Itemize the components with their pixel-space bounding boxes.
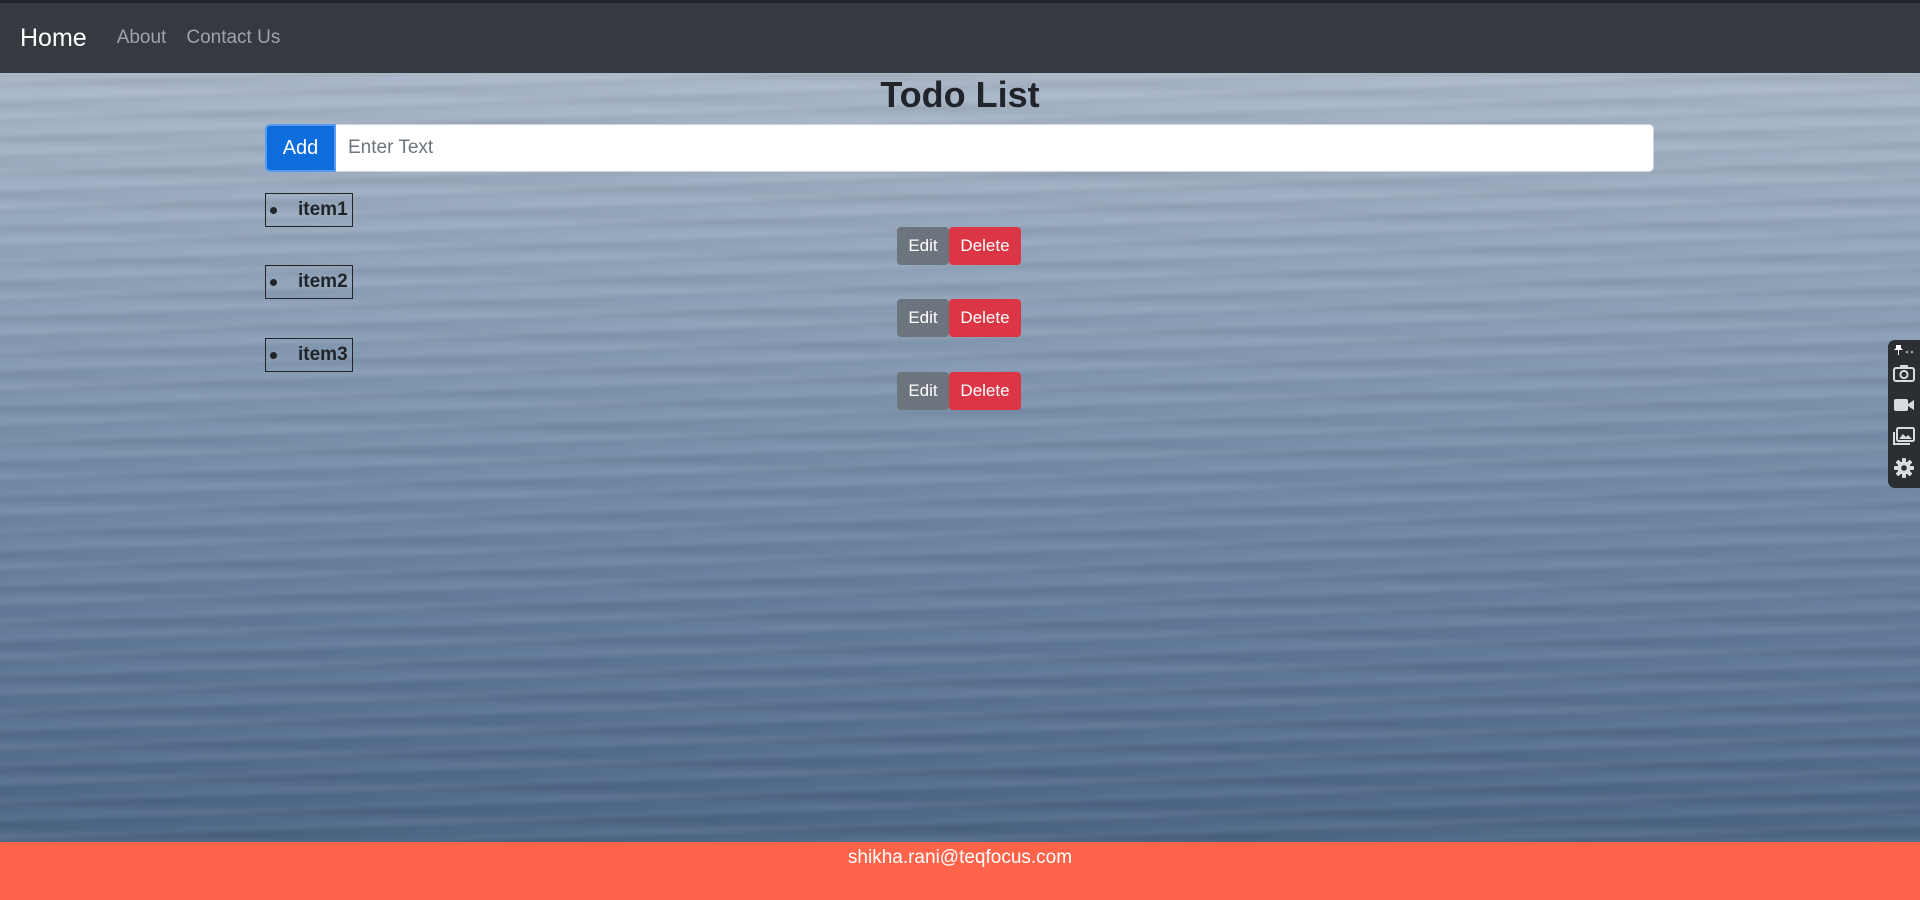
nav-about-link[interactable]: About <box>117 27 167 49</box>
video-icon[interactable] <box>1892 394 1916 417</box>
edit-button[interactable]: Edit <box>897 372 949 410</box>
bullet-icon <box>270 206 277 214</box>
todo-item-actions: Edit Delete <box>897 299 1021 337</box>
footer: shikha.rani@teqfocus.com <box>0 842 1920 900</box>
add-todo-form: Add <box>265 124 1654 172</box>
todo-item-label: item1 <box>298 199 348 220</box>
screenshot-extension-toolbar <box>1888 340 1920 488</box>
todo-item-label: item3 <box>298 344 348 365</box>
nav-contact-link[interactable]: Contact Us <box>186 27 280 49</box>
edit-button[interactable]: Edit <box>897 299 949 337</box>
todo-item-actions: Edit Delete <box>897 227 1021 265</box>
todo-item: item2 <box>265 265 353 299</box>
footer-email: shikha.rani@teqfocus.com <box>847 847 1073 868</box>
navbar: Home About Contact Us <box>0 3 1920 73</box>
todo-item-label: item2 <box>298 271 348 292</box>
bullet-icon <box>270 278 277 286</box>
todo-text-input[interactable] <box>336 124 1654 172</box>
delete-button[interactable]: Delete <box>949 227 1021 265</box>
page-title: Todo List <box>880 74 1040 115</box>
edit-button[interactable]: Edit <box>897 227 949 265</box>
add-button[interactable]: Add <box>265 124 336 172</box>
pin-icon[interactable] <box>1892 344 1916 356</box>
bullet-icon <box>270 351 277 359</box>
delete-button[interactable]: Delete <box>949 299 1021 337</box>
todo-item: item3 <box>265 338 353 372</box>
todo-item: item1 <box>265 193 353 227</box>
nav-home-link[interactable]: Home <box>20 24 87 53</box>
gallery-icon[interactable] <box>1892 425 1916 448</box>
background-image <box>0 74 1920 842</box>
gear-icon[interactable] <box>1892 457 1916 480</box>
todo-item-actions: Edit Delete <box>897 372 1021 410</box>
delete-button[interactable]: Delete <box>949 372 1021 410</box>
camera-icon[interactable] <box>1892 362 1916 385</box>
